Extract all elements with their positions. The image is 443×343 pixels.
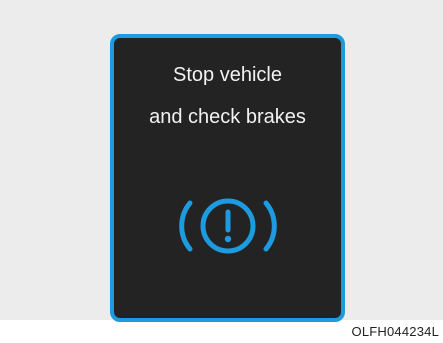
brake-warning-icon: [179, 198, 277, 254]
cluster-display: Stop vehicle and check brakes: [110, 34, 345, 322]
figure-code: OLFH044234L: [351, 324, 439, 339]
warning-message-line-2: and check brakes: [149, 106, 306, 128]
warning-message-line-1: Stop vehicle: [173, 64, 282, 86]
